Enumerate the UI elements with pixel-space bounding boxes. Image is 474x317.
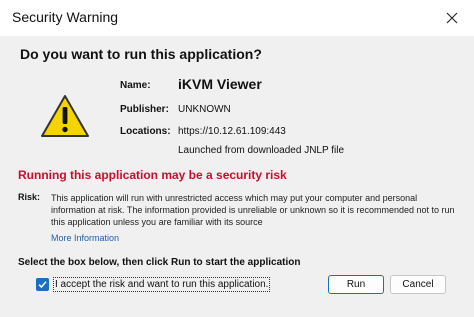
window-title: Security Warning [12,9,119,25]
cancel-button[interactable]: Cancel [390,275,446,294]
publisher-value: UNKNOWN [178,104,231,115]
close-button[interactable] [430,0,474,36]
dialog-headline: Do you want to run this application? [20,46,262,62]
risk-description: This application will run with unrestric… [51,193,455,227]
name-label: Name: [120,80,151,91]
checkmark-icon [38,281,47,289]
location-note: Launched from downloaded JNLP file [178,145,345,156]
risk-label: Risk: [18,192,41,202]
security-warning-dialog: Security Warning Do you want to run this… [0,0,474,317]
select-instruction: Select the box below, then click Run to … [18,257,301,268]
more-information-link[interactable]: More Information [51,233,119,243]
location-url: https://10.12.61.109:443 [178,126,286,137]
run-button[interactable]: Run [328,275,384,294]
locations-label: Locations: [120,126,171,137]
application-name: iKVM Viewer [178,76,262,92]
title-bar: Security Warning [0,0,474,36]
publisher-label: Publisher: [120,104,169,115]
close-icon [446,12,458,24]
accept-risk-checkbox[interactable] [36,278,49,291]
accept-risk-label[interactable]: I accept the risk and want to run this a… [53,277,271,292]
warning-triangle-icon [41,95,89,137]
risk-heading: Running this application may be a securi… [18,168,287,182]
